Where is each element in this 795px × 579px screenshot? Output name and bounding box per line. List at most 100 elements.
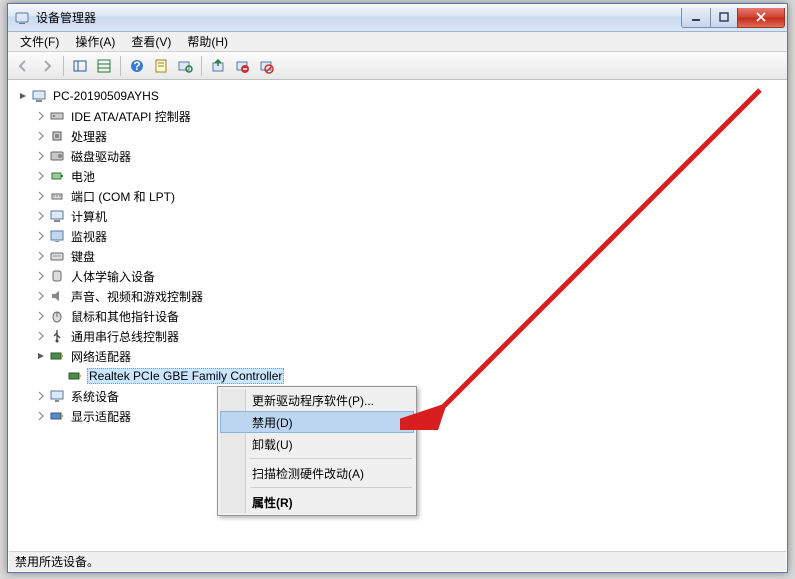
toolbar-separator [63, 56, 64, 76]
tree-item-ide[interactable]: IDE ATA/ATAPI 控制器 [9, 106, 786, 126]
tree-item-sound[interactable]: 声音、视频和游戏控制器 [9, 286, 786, 306]
svg-text:?: ? [133, 59, 140, 73]
hid-icon [49, 268, 65, 284]
toolbar-separator [201, 56, 202, 76]
expand-icon[interactable] [35, 410, 47, 422]
toolbar-separator [120, 56, 121, 76]
statusbar: 禁用所选设备。 [9, 551, 786, 571]
tree-item-hid[interactable]: 人体学输入设备 [9, 266, 786, 286]
system-icon [49, 388, 65, 404]
expand-icon[interactable] [35, 230, 47, 242]
mouse-icon [49, 308, 65, 324]
tree-item-label: 键盘 [69, 247, 97, 266]
usb-icon [49, 328, 65, 344]
forward-button[interactable] [36, 55, 58, 77]
tree-item-label: IDE ATA/ATAPI 控制器 [69, 107, 193, 126]
view-button[interactable] [93, 55, 115, 77]
tree-item-processor[interactable]: 处理器 [9, 126, 786, 146]
disk-icon [49, 148, 65, 164]
expand-icon[interactable] [35, 190, 47, 202]
close-button[interactable] [737, 8, 785, 28]
tree-item-label: 声音、视频和游戏控制器 [69, 287, 205, 306]
menu-action[interactable]: 操作(A) [67, 31, 123, 52]
expand-icon[interactable] [35, 290, 47, 302]
tree-item-label: 网络适配器 [69, 347, 133, 366]
tree-item-mouse[interactable]: 鼠标和其他指针设备 [9, 306, 786, 326]
titlebar[interactable]: 设备管理器 [8, 4, 787, 32]
expand-icon[interactable] [35, 330, 47, 342]
tree-root[interactable]: PC-20190509AYHS [9, 86, 786, 106]
back-button[interactable] [12, 55, 34, 77]
scan-hardware-button[interactable] [174, 55, 196, 77]
tree-item-label: 计算机 [69, 207, 109, 226]
disable-button[interactable] [255, 55, 277, 77]
menu-view[interactable]: 查看(V) [123, 31, 179, 52]
show-hide-tree-button[interactable] [69, 55, 91, 77]
expand-icon[interactable] [35, 150, 47, 162]
menu-uninstall[interactable]: 卸载(U) [220, 433, 414, 455]
expand-icon[interactable] [35, 310, 47, 322]
expand-icon[interactable] [35, 270, 47, 282]
maximize-button[interactable] [710, 8, 738, 28]
tree-item-label: 处理器 [69, 127, 109, 146]
tree-item-label: 监视器 [69, 227, 109, 246]
menubar: 文件(F) 操作(A) 查看(V) 帮助(H) [8, 32, 787, 52]
status-text: 禁用所选设备。 [15, 553, 99, 570]
port-icon [49, 188, 65, 204]
tree-item-computer[interactable]: 计算机 [9, 206, 786, 226]
tree-item-battery[interactable]: 电池 [9, 166, 786, 186]
cpu-icon [49, 128, 65, 144]
tree-item-ports[interactable]: 端口 (COM 和 LPT) [9, 186, 786, 206]
monitor-icon [49, 228, 65, 244]
computer-icon [31, 88, 47, 104]
collapse-icon[interactable] [17, 90, 29, 102]
toolbar: ? [8, 52, 787, 80]
keyboard-icon [49, 248, 65, 264]
expand-icon[interactable] [35, 170, 47, 182]
display-adapter-icon [49, 408, 65, 424]
properties-button[interactable] [150, 55, 172, 77]
context-menu-separator [250, 487, 412, 488]
expand-icon[interactable] [35, 210, 47, 222]
tree-item-label: 磁盘驱动器 [69, 147, 133, 166]
menu-properties[interactable]: 属性(R) [220, 491, 414, 513]
window-title: 设备管理器 [36, 9, 682, 26]
menu-help[interactable]: 帮助(H) [179, 31, 236, 52]
tree-item-network[interactable]: 网络适配器 [9, 346, 786, 366]
no-arrow [53, 370, 65, 382]
uninstall-button[interactable] [231, 55, 253, 77]
tree-item-label: 通用串行总线控制器 [69, 327, 181, 346]
tree-item-label: 鼠标和其他指针设备 [69, 307, 181, 326]
tree-item-monitor[interactable]: 监视器 [9, 226, 786, 246]
tree-item-keyboard[interactable]: 键盘 [9, 246, 786, 266]
speaker-icon [49, 288, 65, 304]
menu-update-driver[interactable]: 更新驱动程序软件(P)... [220, 389, 414, 411]
expand-icon[interactable] [35, 110, 47, 122]
expand-icon[interactable] [35, 390, 47, 402]
expand-icon[interactable] [35, 250, 47, 262]
tree-item-usb[interactable]: 通用串行总线控制器 [9, 326, 786, 346]
battery-icon [49, 168, 65, 184]
collapse-icon[interactable] [35, 350, 47, 362]
network-adapter-icon [49, 348, 65, 364]
tree-item-label: 端口 (COM 和 LPT) [69, 187, 177, 206]
menu-scan-hardware[interactable]: 扫描检测硬件改动(A) [220, 462, 414, 484]
tree-item-label: 电池 [69, 167, 97, 186]
app-icon [14, 10, 30, 26]
minimize-button[interactable] [681, 8, 711, 28]
tree-item-realtek-nic[interactable]: Realtek PCIe GBE Family Controller [9, 366, 786, 386]
expand-icon[interactable] [35, 130, 47, 142]
context-menu-separator [250, 458, 412, 459]
tree-item-label: Realtek PCIe GBE Family Controller [87, 368, 284, 384]
tree-item-label: 系统设备 [69, 387, 121, 406]
menu-file[interactable]: 文件(F) [12, 31, 67, 52]
network-adapter-icon [67, 368, 83, 384]
pc-icon [49, 208, 65, 224]
update-driver-button[interactable] [207, 55, 229, 77]
help-button[interactable]: ? [126, 55, 148, 77]
tree-item-label: 显示适配器 [69, 407, 133, 426]
device-manager-window: 设备管理器 文件(F) 操作(A) 查看(V) 帮助(H) ? PC-20190… [7, 3, 788, 573]
menu-disable[interactable]: 禁用(D) [220, 411, 414, 433]
tree-item-disk[interactable]: 磁盘驱动器 [9, 146, 786, 166]
tree-item-label: 人体学输入设备 [69, 267, 157, 286]
